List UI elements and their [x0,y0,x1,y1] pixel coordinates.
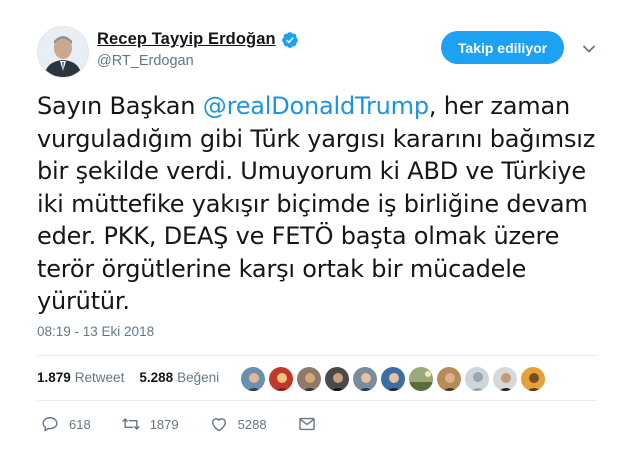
retweet-stat[interactable]: 1.879 Retweet [37,370,124,385]
user-handle[interactable]: @RT_Erdogan [97,53,194,69]
chevron-down-icon[interactable] [580,40,598,58]
liker-avatar[interactable] [380,366,406,392]
liker-avatar[interactable] [436,366,462,392]
action-bar: 618 1879 5288 [40,414,356,434]
liker-avatar[interactable] [352,366,378,392]
like-count: 5288 [237,416,267,432]
timestamp[interactable]: 08:19 - 13 Eki 2018 [37,324,154,339]
tweet-text: Sayın Başkan @realDonaldTrump, her zaman… [37,90,597,318]
reply-count: 618 [69,416,91,432]
retweet-stat-count: 1.879 [37,370,71,385]
divider [37,355,597,356]
liker-avatars [240,366,548,392]
retweet-count: 1879 [149,416,179,432]
retweet-icon [122,418,140,430]
liker-avatar[interactable] [408,366,434,392]
like-stat-label: Beğeni [177,370,220,385]
engagement-stats: 1.879 Retweet 5.288 Beğeni [37,370,234,385]
liker-avatar[interactable] [492,366,518,392]
verified-badge-icon [281,31,299,49]
like-button[interactable]: 5288 [209,414,267,434]
avatar[interactable] [37,26,89,78]
direct-message-icon [298,417,315,431]
reply-icon [42,417,58,432]
direct-message-button[interactable] [297,414,326,434]
name-row: Recep Tayyip Erdoğan [97,30,299,49]
like-stat-count: 5.288 [139,370,174,385]
liker-avatar[interactable] [296,366,322,392]
like-icon [211,418,226,432]
following-button[interactable]: Takip ediliyor [441,31,564,64]
tweet-card: Recep Tayyip Erdoğan @RT_Erdogan Takip e… [0,0,630,458]
tweet-text-start: Sayın Başkan [37,92,203,120]
mention-link[interactable]: @realDonaldTrump [203,92,429,120]
tweet-text-end: , her zaman vurguladığım gibi Türk yargı… [37,92,596,315]
like-stat[interactable]: 5.288 Beğeni [139,370,219,385]
liker-avatar[interactable] [268,366,294,392]
retweet-stat-label: Retweet [74,370,125,385]
liker-avatar[interactable] [240,366,266,392]
liker-avatar[interactable] [464,366,490,392]
reply-button[interactable]: 618 [40,414,91,434]
liker-avatar[interactable] [324,366,350,392]
retweet-button[interactable]: 1879 [121,414,179,434]
liker-avatar[interactable] [520,366,546,392]
divider [37,400,597,401]
display-name[interactable]: Recep Tayyip Erdoğan [97,30,276,49]
